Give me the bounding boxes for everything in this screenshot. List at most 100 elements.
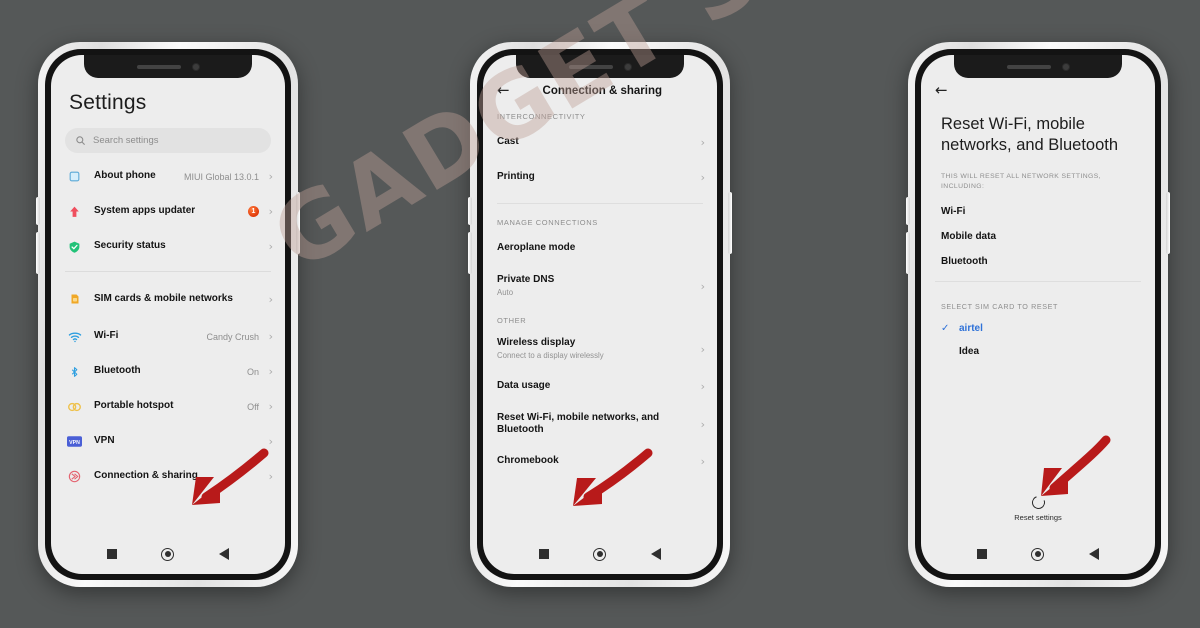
android-navigation-bar-3 <box>921 540 1155 568</box>
sim-option-idea[interactable]: Idea <box>921 334 1155 357</box>
earpiece-speaker-icon <box>568 64 613 69</box>
settings-row-label: Security status <box>94 240 166 252</box>
phone-mockup-1: Settings Search settings About phone MIU… <box>36 42 300 587</box>
home-circle-icon[interactable] <box>593 547 607 561</box>
home-circle-icon[interactable] <box>1031 547 1045 561</box>
android-navigation-bar-2 <box>483 540 717 568</box>
power-button-1[interactable] <box>296 192 300 254</box>
settings-row-value: Off <box>247 401 259 412</box>
volume-up-button-2[interactable] <box>468 197 472 225</box>
settings-row-value: MIUI Global 13.0.1 <box>183 171 259 182</box>
vpn-icon: VPN <box>65 436 84 447</box>
search-placeholder: Search settings <box>93 135 159 146</box>
chevron-right-icon: › <box>268 365 273 378</box>
settings-row-security-status[interactable]: Security status › <box>51 229 285 264</box>
reset-item-mobile-data: Mobile data <box>941 230 997 242</box>
chevron-right-icon: › <box>700 279 705 293</box>
settings-row-label: Aeroplane mode <box>497 242 576 254</box>
volume-down-button-1[interactable] <box>36 232 40 274</box>
settings-row-wireless-display[interactable]: Wireless display Connect to a display wi… <box>483 329 717 369</box>
back-triangle-icon[interactable] <box>218 548 229 560</box>
settings-row-data-usage[interactable]: Data usage › <box>483 369 717 404</box>
search-icon <box>76 136 86 146</box>
check-icon: ✓ <box>941 322 950 334</box>
volume-down-button-2[interactable] <box>468 232 472 274</box>
settings-row-aeroplane-mode[interactable]: Aeroplane mode <box>483 231 717 266</box>
settings-group-1: About phone MIUI Global 13.0.1 › System … <box>51 159 285 264</box>
settings-row-label: Private DNS <box>497 274 555 286</box>
sim-option-airtel[interactable]: ✓ airtel <box>921 311 1155 334</box>
settings-row-label: Reset Wi-Fi, mobile networks, and Blueto… <box>497 411 660 436</box>
chevron-right-icon: › <box>268 400 273 413</box>
annotation-arrow-3 <box>1041 435 1111 496</box>
android-navigation-bar-1 <box>51 540 285 568</box>
sim-card-icon <box>65 292 84 306</box>
settings-row-sim-cards[interactable]: SIM cards & mobile networks › <box>51 279 285 319</box>
volume-down-button-3[interactable] <box>906 232 910 274</box>
settings-row-portable-hotspot[interactable]: Portable hotspot Off › <box>51 389 285 424</box>
reset-settings-label: Reset settings <box>1014 513 1062 522</box>
settings-row-private-dns[interactable]: Private DNS Auto › <box>483 266 717 306</box>
settings-row-printing[interactable]: Printing › <box>483 160 717 195</box>
chevron-right-icon: › <box>268 240 273 253</box>
front-camera-icon <box>1061 62 1070 71</box>
settings-row-wifi[interactable]: Wi-Fi Candy Crush › <box>51 319 285 354</box>
recents-square-icon[interactable] <box>539 549 550 559</box>
settings-row-cast[interactable]: Cast › <box>483 125 717 160</box>
settings-row-label: Wireless display <box>497 337 576 349</box>
svg-text:VPN: VPN <box>69 440 80 446</box>
settings-row-reset-wifi-mobile-bluetooth[interactable]: Reset Wi-Fi, mobile networks, and Blueto… <box>483 404 717 444</box>
volume-up-button-3[interactable] <box>906 197 910 225</box>
back-arrow-icon[interactable]: ← <box>497 83 510 98</box>
sim-name: Idea <box>959 345 980 357</box>
front-camera-icon <box>191 62 200 71</box>
hotspot-icon <box>65 401 84 413</box>
settings-row-bluetooth[interactable]: Bluetooth On › <box>51 354 285 389</box>
earpiece-speaker-icon <box>136 64 181 69</box>
group-divider <box>65 271 271 272</box>
annotation-arrow-2 <box>573 448 653 506</box>
chevron-right-icon: › <box>268 330 273 343</box>
notch-3 <box>954 55 1122 78</box>
recents-square-icon[interactable] <box>107 549 118 559</box>
settings-row-subtitle: Auto <box>497 287 514 297</box>
settings-row-system-apps-updater[interactable]: System apps updater 1 › <box>51 194 285 229</box>
volume-up-button-1[interactable] <box>36 197 40 225</box>
reset-warning-note: THIS WILL RESET ALL NETWORK SETTINGS, IN… <box>941 173 1101 191</box>
chevron-right-icon: › <box>700 417 705 431</box>
power-button-3[interactable] <box>1166 192 1170 254</box>
recents-square-icon[interactable] <box>977 549 988 559</box>
chevron-right-icon: › <box>700 342 705 356</box>
reset-item-bluetooth: Bluetooth <box>941 255 988 267</box>
annotation-arrow-1 <box>192 448 269 505</box>
settings-row-label: Printing <box>497 171 535 183</box>
bluetooth-icon <box>65 365 84 379</box>
back-triangle-icon[interactable] <box>1088 548 1099 560</box>
section-divider <box>935 280 1141 282</box>
page-title: Reset Wi-Fi, mobile networks, and Blueto… <box>941 115 1119 155</box>
settings-row-label: Wi-Fi <box>94 330 119 342</box>
back-triangle-icon[interactable] <box>650 548 661 560</box>
connection-sharing-icon <box>65 470 84 483</box>
settings-row-value: On <box>246 366 259 377</box>
settings-row-label: Bluetooth <box>94 365 141 377</box>
chevron-right-icon: › <box>700 455 705 468</box>
search-input[interactable]: Search settings <box>65 128 271 153</box>
system-updater-icon <box>65 205 84 219</box>
chevron-right-icon: › <box>700 171 705 184</box>
back-arrow-icon[interactable]: ← <box>935 83 948 98</box>
settings-row-about-phone[interactable]: About phone MIUI Global 13.0.1 › <box>51 159 285 194</box>
settings-row-label: System apps updater <box>94 205 196 217</box>
settings-row-subtitle: Connect to a display wirelessly <box>497 350 604 360</box>
notch-1 <box>84 55 252 78</box>
home-circle-icon[interactable] <box>161 547 175 561</box>
power-button-2[interactable] <box>728 192 732 254</box>
security-shield-icon <box>65 240 84 254</box>
reset-item-wifi: Wi-Fi <box>941 205 966 217</box>
chevron-right-icon: › <box>268 292 273 306</box>
section-header-interconnectivity: INTERCONNECTIVITY <box>497 112 586 121</box>
chevron-right-icon: › <box>268 205 273 218</box>
wifi-icon <box>65 331 84 343</box>
settings-row-value: Candy Crush <box>206 331 259 342</box>
section-header-select-sim: SELECT SIM CARD TO RESET <box>941 301 1059 311</box>
